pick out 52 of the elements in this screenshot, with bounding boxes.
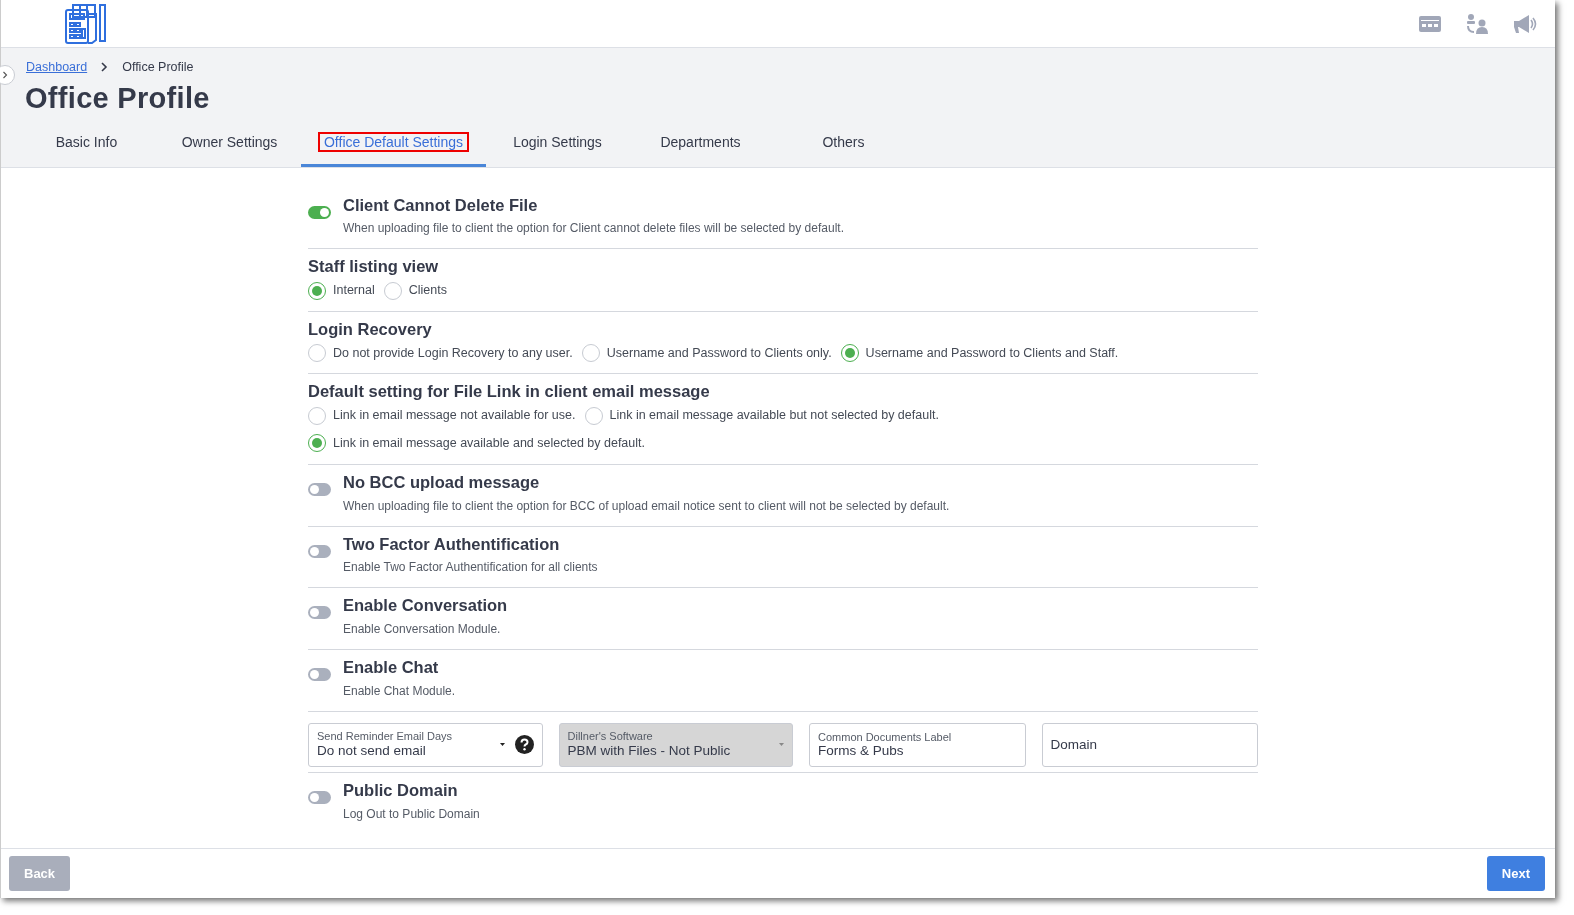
input-field[interactable]: Domain bbox=[1041, 722, 1258, 767]
toggle-switch[interactable] bbox=[308, 205, 331, 219]
caret-down-icon bbox=[499, 743, 505, 747]
chevron-right-icon bbox=[101, 62, 109, 73]
select-field[interactable]: Send Reminder Email Days Do not send email bbox=[308, 722, 543, 767]
toggle-switch[interactable] bbox=[308, 668, 331, 682]
setting-title: Two Factor Authentification bbox=[343, 534, 561, 555]
next-button[interactable]: Next bbox=[1486, 855, 1545, 892]
tab[interactable]: Owner Settings bbox=[158, 121, 301, 167]
setting-description: Enable Chat Module. bbox=[343, 682, 456, 700]
setting-title: Default setting for File Link in client email message bbox=[308, 382, 711, 403]
radio-option[interactable]: Do not provide Login Recovery to any user. bbox=[308, 343, 573, 363]
setting-description: Enable Two Factor Authentification for all clients bbox=[343, 559, 598, 577]
toggle-switch[interactable] bbox=[308, 606, 331, 620]
field-label: Common Documents Label bbox=[818, 730, 952, 745]
setting-title: Public Domain bbox=[343, 780, 459, 801]
chevron-right-icon bbox=[2, 70, 8, 80]
tab[interactable]: Departments bbox=[629, 121, 772, 167]
radio-option[interactable]: Link in email message not available for use. bbox=[308, 406, 576, 425]
calculator-document-logo bbox=[63, 3, 109, 44]
tab[interactable]: Others bbox=[772, 121, 915, 167]
radio-option[interactable]: Username and Password to Clients and Staff. bbox=[840, 343, 1119, 363]
sidebar-expand-button[interactable] bbox=[0, 65, 15, 85]
tab[interactable]: Login Settings bbox=[486, 121, 629, 167]
caret-down-icon bbox=[779, 743, 784, 747]
setting-title: Enable Conversation bbox=[343, 596, 508, 617]
breadcrumb-link[interactable]: Dashboard bbox=[26, 58, 88, 77]
radio-option[interactable]: Link in email message available and selected by default. bbox=[308, 434, 645, 453]
setting-title: Staff listing view bbox=[308, 257, 440, 278]
tab[interactable]: Office Default Settings bbox=[301, 121, 486, 167]
breadcrumb-current: Office Profile bbox=[122, 59, 194, 76]
help-icon[interactable] bbox=[514, 735, 534, 755]
toggle-switch[interactable] bbox=[308, 544, 331, 558]
radio-option[interactable]: Username and Password to Clients only. bbox=[581, 343, 832, 363]
browser-window-icon[interactable] bbox=[1419, 15, 1441, 32]
setting-title: Enable Chat bbox=[343, 658, 440, 678]
toggle-switch[interactable] bbox=[308, 482, 331, 496]
setting-description: Log Out to Public Domain bbox=[343, 805, 480, 823]
setting-title: Login Recovery bbox=[308, 319, 433, 340]
megaphone-icon[interactable] bbox=[1513, 13, 1537, 34]
setting-description: When uploading file to client the option for BCC of upload email notice sent to client will not be selected by default. bbox=[343, 497, 950, 515]
tab[interactable]: Basic Info bbox=[15, 121, 158, 167]
radio-option[interactable]: Internal bbox=[308, 281, 375, 300]
page-title: Office Profile bbox=[25, 80, 211, 116]
people-swap-icon[interactable] bbox=[1465, 13, 1489, 34]
radio-option[interactable]: Clients bbox=[383, 281, 447, 300]
setting-title: No BCC upload message bbox=[343, 472, 541, 493]
setting-title: Client Cannot Delete File bbox=[343, 195, 539, 216]
setting-description: Enable Conversation Module. bbox=[343, 621, 502, 639]
setting-description: When uploading file to client the option for Client cannot delete files will be selected by default. bbox=[343, 220, 844, 238]
radio-option[interactable]: Link in email message available but not selected by default. bbox=[584, 406, 939, 425]
toggle-switch[interactable] bbox=[308, 790, 331, 804]
